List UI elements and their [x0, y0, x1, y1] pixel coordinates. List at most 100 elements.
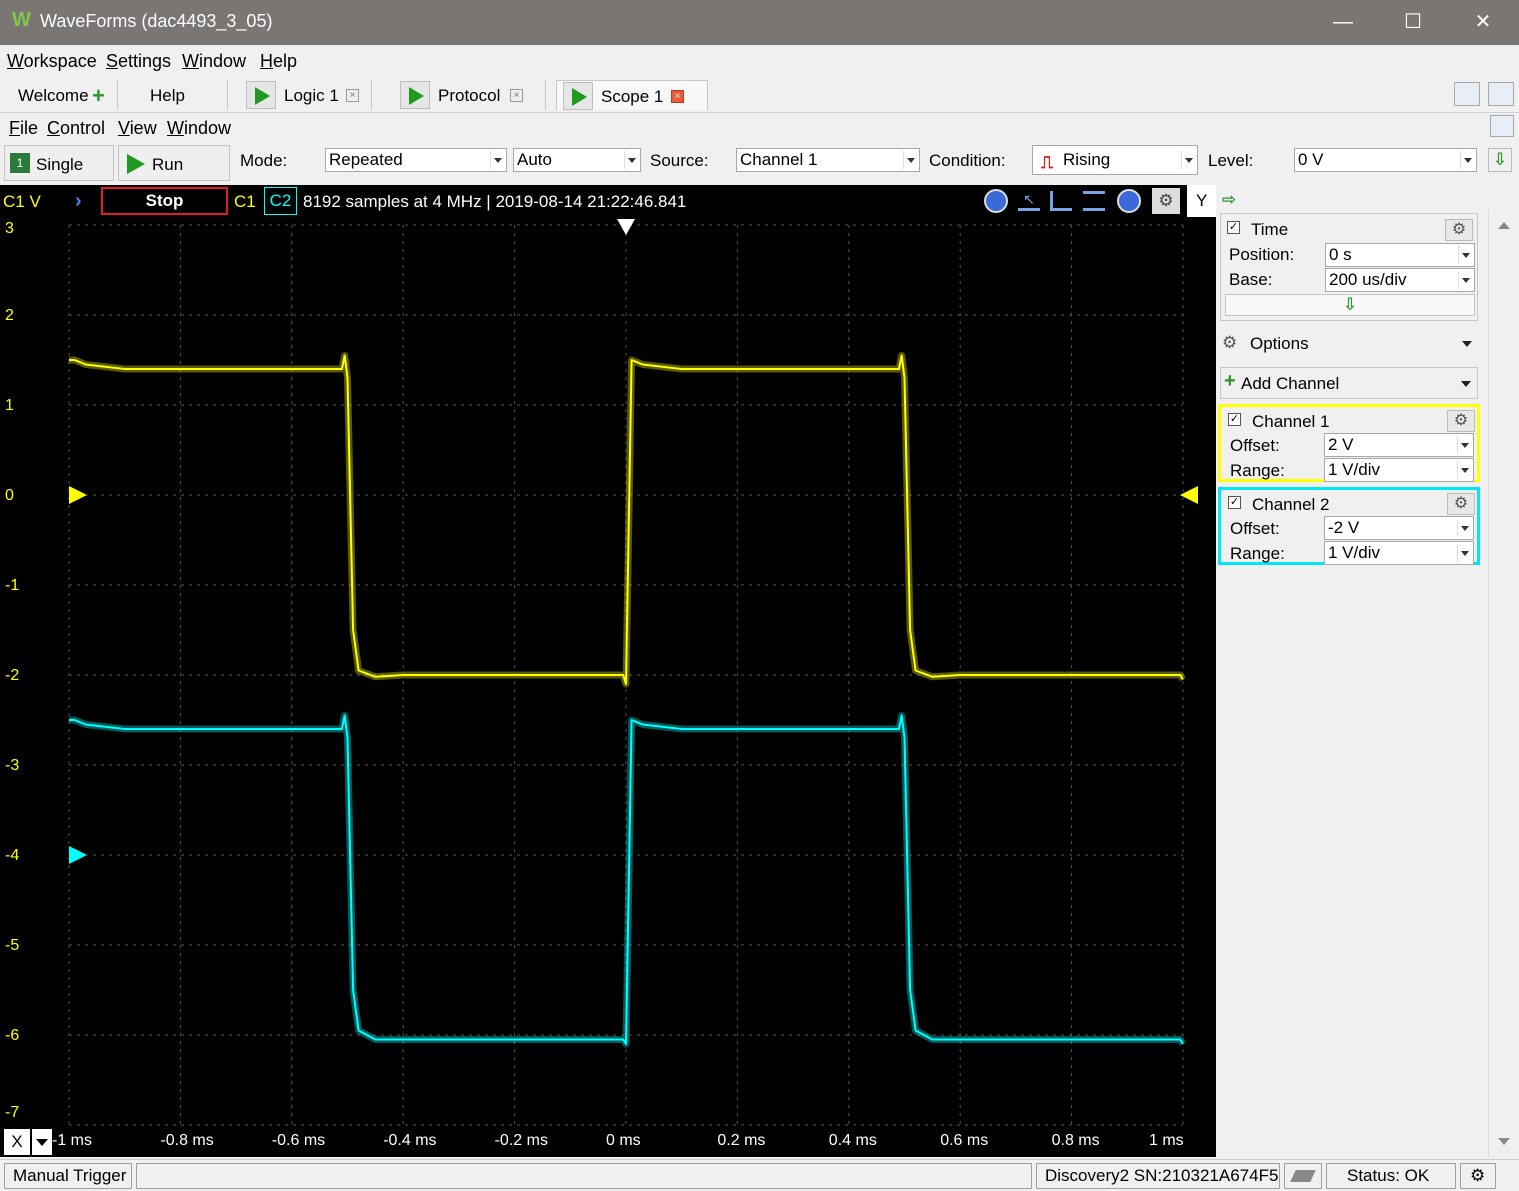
channel2-offset-value: -2 V [1328, 518, 1360, 537]
cursor-icon[interactable]: ↖ [1018, 191, 1040, 211]
expand-time-button[interactable]: ⇩ [1225, 294, 1475, 316]
channel2-toggle[interactable]: C2 [264, 187, 297, 215]
menu-settings[interactable]: Settings [106, 51, 171, 72]
panel-scrollbar[interactable] [1488, 210, 1518, 1157]
channel1-checkbox[interactable]: ✓ [1228, 413, 1241, 426]
stop-label: Stop [145, 191, 184, 210]
main-menu-bar: Workspace Settings Window Help [0, 45, 1519, 77]
align-icon[interactable] [1083, 191, 1105, 211]
undock-icon[interactable] [1454, 82, 1480, 106]
maximize-button[interactable]: ☐ [1378, 0, 1448, 45]
tab-scope[interactable]: Scope 1 × [556, 80, 708, 110]
level-select[interactable]: 0 V [1294, 148, 1477, 172]
position-label: Position: [1229, 245, 1295, 264]
tab-logic[interactable]: Logic 1 × [240, 80, 372, 110]
options-dropdown[interactable]: ⚙ Options [1220, 329, 1482, 359]
base-input[interactable]: 200 us/div [1325, 268, 1475, 292]
menu-file[interactable]: File [9, 118, 38, 139]
add-icon[interactable]: + [92, 83, 105, 109]
y-axis-selector[interactable]: Y [1187, 185, 1216, 217]
run-button[interactable]: Run [118, 145, 230, 181]
channel2-offset-input[interactable]: -2 V [1324, 516, 1474, 540]
gear-icon[interactable]: ⚙ [1445, 219, 1473, 241]
zoom-in-icon[interactable] [984, 189, 1008, 213]
auto-select[interactable]: Auto [513, 148, 641, 172]
channel2-range-input[interactable]: 1 V/div [1324, 541, 1474, 565]
channel2-label: Channel 2 [1252, 495, 1330, 514]
level-label: Level: [1208, 151, 1254, 170]
channel1-offset-input[interactable]: 2 V [1324, 433, 1474, 457]
close-tab-icon[interactable]: × [346, 89, 359, 102]
tab-help-label: Help [150, 86, 185, 105]
gear-icon[interactable]: ⚙ [1152, 188, 1180, 214]
y-tick-label: -6 [5, 1027, 19, 1044]
source-label: Source: [650, 151, 709, 170]
menu-window[interactable]: Window [182, 51, 246, 72]
channel1-offset-marker [69, 486, 87, 504]
split-view-icon[interactable] [1488, 82, 1514, 106]
menu-help[interactable]: Help [260, 51, 297, 72]
x-dropdown-button[interactable] [32, 1129, 52, 1155]
play-icon [572, 88, 587, 106]
x-axis-selector[interactable]: X [4, 1129, 30, 1155]
channel1-toggle[interactable]: C1 [234, 192, 256, 212]
position-input[interactable]: 0 s [1325, 243, 1475, 267]
menu-workspace[interactable]: Workspace [7, 51, 97, 72]
menu-view[interactable]: View [118, 118, 157, 139]
mode-select[interactable]: Repeated [325, 148, 507, 172]
add-icon: + [1224, 370, 1236, 392]
tab-welcome-label: Welcome [18, 86, 89, 105]
single-button[interactable]: 1 Single [4, 145, 114, 181]
arrow-down-icon[interactable]: ⇩ [1488, 148, 1512, 172]
chevron-down-icon [903, 151, 917, 169]
minimize-button[interactable]: — [1308, 0, 1378, 45]
channel2-toggle-label: C2 [269, 191, 292, 210]
scope-header: C1 V › Stop C1 C2 8192 samples at 4 MHz … [0, 185, 1187, 217]
close-button[interactable]: ✕ [1448, 0, 1518, 45]
scope-run-button[interactable] [563, 82, 593, 110]
tab-help[interactable]: Help [132, 80, 228, 110]
channel1-offset-value: 2 V [1328, 435, 1354, 454]
tab-protocol[interactable]: Protocol × [394, 80, 546, 110]
status-message-area [136, 1163, 1032, 1189]
close-tab-icon[interactable]: × [671, 90, 684, 103]
status-gear-button[interactable]: ⚙ [1460, 1163, 1496, 1189]
expand-arrow-icon[interactable]: › [75, 190, 82, 213]
gear-icon[interactable]: ⚙ [1447, 493, 1475, 515]
arrow-right-icon[interactable]: ⇨ [1222, 190, 1236, 210]
gear-icon: ⚙ [1222, 333, 1238, 352]
protocol-run-button[interactable] [400, 81, 430, 109]
menu-scope-window[interactable]: Window [167, 118, 231, 139]
zoom-out-icon[interactable] [1117, 189, 1141, 213]
tab-welcome[interactable]: Welcome + [6, 80, 118, 110]
scope-plot[interactable]: 3 2 1 0 -1 -2 -3 -4 -5 -6 -7 [0, 217, 1216, 1127]
channel2-offset-marker [69, 846, 87, 864]
position-value: 0 s [1329, 245, 1352, 264]
status-indicator: Status: OK [1326, 1163, 1456, 1189]
mode-label: Mode: [240, 151, 288, 170]
channel2-section: ✓ Channel 2 ⚙ Offset: -2 V Range: 1 V/di… [1218, 487, 1480, 565]
channel2-checkbox[interactable]: ✓ [1228, 496, 1241, 509]
scroll-up-icon[interactable] [1498, 222, 1510, 229]
gear-icon[interactable]: ⚙ [1447, 410, 1475, 432]
chevron-down-icon [624, 151, 638, 169]
eraser-button[interactable] [1284, 1163, 1322, 1189]
y-tick-label: -5 [5, 937, 19, 954]
window-icon[interactable] [1490, 115, 1514, 137]
x-tick-label: -0.2 ms [494, 1132, 548, 1149]
channel2-range-label: Range: [1230, 544, 1285, 563]
y-tick-label: 0 [5, 487, 14, 504]
channel1-range-input[interactable]: 1 V/div [1324, 458, 1474, 482]
menu-control[interactable]: Control [47, 118, 105, 139]
add-channel-dropdown[interactable]: + Add Channel [1220, 367, 1478, 399]
time-checkbox[interactable]: ✓ [1227, 221, 1240, 234]
manual-trigger-label: Manual Trigger [13, 1166, 127, 1185]
scope-menu-bar: File Control View Window [0, 113, 1519, 142]
close-tab-icon[interactable]: × [510, 89, 523, 102]
logic-run-button[interactable] [246, 81, 276, 109]
source-select[interactable]: Channel 1 [736, 148, 920, 172]
scroll-down-icon[interactable] [1498, 1138, 1510, 1145]
condition-select[interactable]: ⎍ Rising [1032, 145, 1198, 175]
align-left-icon[interactable] [1050, 191, 1072, 211]
manual-trigger-button[interactable]: Manual Trigger [4, 1163, 132, 1189]
